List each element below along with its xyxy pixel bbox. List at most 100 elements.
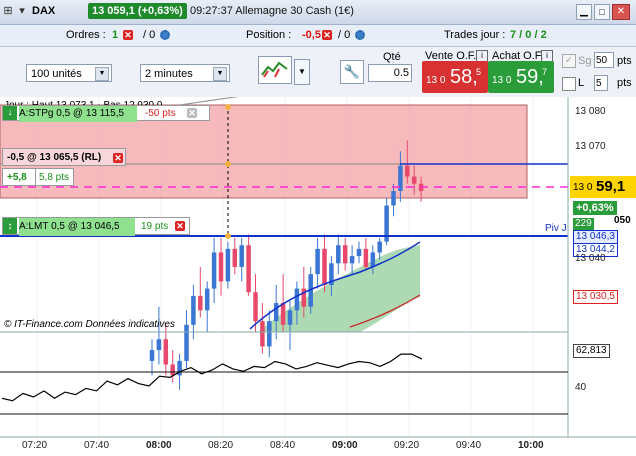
- position-order-label[interactable]: -0,5 @ 13 065,5 (RL) ✕: [2, 148, 126, 166]
- candle: [232, 248, 238, 267]
- time-axis: 07:20 07:40 08:00 08:20 08:40 09:00 09:20 09:40…: [0, 438, 636, 456]
- candle: [363, 248, 369, 267]
- info-bar: Ordres : 1 ✕ / 0 Position : -0,5 ✕ / 0 T…: [0, 25, 636, 47]
- sg-label: Sg: [578, 55, 592, 67]
- interval-select-value: 2 minutes: [145, 68, 193, 80]
- oscillator-line: [1, 353, 423, 402]
- interval-select[interactable]: 2 minutes ▼: [140, 64, 230, 82]
- pl-points: +5,8: [7, 172, 27, 183]
- close-position-icon[interactable]: ✕: [113, 153, 123, 163]
- chevron-down-icon[interactable]: ▼: [213, 67, 227, 81]
- candle: [163, 339, 169, 365]
- gear-icon[interactable]: [160, 30, 170, 40]
- crosshair-dot: [225, 104, 231, 110]
- l-checkbox[interactable]: [562, 77, 576, 91]
- candle: [342, 245, 348, 264]
- position-zero: / 0: [338, 29, 351, 41]
- level-label-1: 13 046,3: [573, 230, 618, 244]
- pl-label: +5,8 5,8 pts: [2, 168, 74, 186]
- sg-checkbox[interactable]: ✓: [562, 54, 576, 68]
- minimize-icon[interactable]: ▁: [576, 4, 592, 20]
- candle: [280, 303, 286, 325]
- window-title: 09:27:37 Allemagne 30 Cash (1€): [190, 5, 354, 17]
- candle: [218, 252, 224, 282]
- candle: [184, 324, 189, 361]
- time-tick: 09:20: [394, 440, 420, 451]
- cancel-limit-icon[interactable]: ✕: [175, 221, 185, 231]
- candle: [273, 303, 279, 322]
- stop-order-label[interactable]: ↓ A:STPg 0,5 @ 13 115,5 -50 pts ✕: [2, 105, 210, 122]
- units-select[interactable]: 100 unités ▼: [26, 64, 112, 82]
- cancel-orders-icon[interactable]: ✕: [123, 30, 133, 40]
- chevron-down-icon[interactable]: ▼: [294, 59, 310, 85]
- candle: [287, 310, 293, 325]
- time-tick: 07:20: [22, 440, 48, 451]
- chart-type-button[interactable]: [258, 56, 292, 84]
- sell-prefix: 13 0: [426, 75, 446, 86]
- position-value[interactable]: -0,5: [302, 29, 321, 41]
- position-label: Position :: [246, 29, 292, 41]
- sg-unit: pts: [617, 55, 632, 67]
- current-price-box: 13 0 59,1: [570, 176, 636, 198]
- candle: [349, 256, 355, 264]
- limit-order-label[interactable]: ↕ A:LMT 0,5 @ 13 046,5 19 pts ✕: [2, 217, 190, 236]
- chevron-down-icon[interactable]: ▼: [95, 67, 109, 81]
- osc-tick: 40: [575, 382, 587, 393]
- pin-icon[interactable]: ⊞: [2, 4, 14, 18]
- chevron-down-icon[interactable]: ▾: [16, 4, 28, 18]
- sell-price-sup: 5: [476, 67, 482, 77]
- candle: [211, 252, 217, 289]
- instrument-name[interactable]: DAX: [32, 5, 55, 17]
- buy-prefix: 13 0: [492, 75, 512, 86]
- candle: [356, 248, 362, 257]
- l-unit: pts: [617, 77, 632, 89]
- price-tick: 13 070: [575, 141, 606, 152]
- time-tick: 10:00: [518, 440, 544, 451]
- current-price-prefix: 13 0: [573, 182, 593, 193]
- candle: [253, 292, 258, 322]
- price-tick: 13 040: [575, 253, 606, 264]
- candle: [377, 241, 382, 253]
- sg-input[interactable]: [594, 52, 614, 68]
- gear-icon[interactable]: [355, 30, 365, 40]
- time-tick: 08:00: [146, 440, 172, 451]
- wrench-icon[interactable]: 🔧: [340, 60, 364, 84]
- candle: [391, 191, 396, 206]
- crosshair-dot: [225, 161, 231, 167]
- orders-label: Ordres :: [66, 29, 106, 41]
- trades-value: 7 / 0 / 2: [510, 29, 547, 41]
- candle: [336, 245, 341, 264]
- candle: [405, 165, 410, 177]
- candle: [370, 252, 376, 267]
- pl-value: 5,8 pts: [35, 169, 69, 185]
- buy-button[interactable]: 13 0 59, 7: [488, 61, 554, 93]
- candle: [149, 350, 155, 361]
- l-input[interactable]: [594, 75, 608, 91]
- partial-price-label: 050: [614, 215, 631, 226]
- candle: [156, 339, 162, 351]
- sell-price: 58,: [450, 66, 478, 88]
- limit-order-detail: 0,5 @ 13 046,5: [51, 221, 120, 232]
- arrow-down-icon[interactable]: ↓: [3, 106, 17, 120]
- close-icon[interactable]: ✕: [612, 4, 630, 20]
- change-badge: +0,63%: [573, 201, 617, 215]
- stop-order-detail: g 0,5 @ 13 115,5: [47, 108, 125, 119]
- candle: [239, 245, 244, 267]
- cancel-stop-icon[interactable]: ✕: [187, 108, 197, 118]
- arrow-updown-icon[interactable]: ↕: [3, 218, 17, 234]
- osc-value: 62,813: [573, 344, 610, 358]
- candle: [411, 176, 417, 184]
- close-position-icon[interactable]: ✕: [322, 30, 332, 40]
- price-tick: 13 080: [575, 106, 606, 117]
- orders-count[interactable]: 1: [112, 29, 118, 41]
- limit-points: 19 pts: [141, 221, 169, 232]
- chart-area[interactable]: Jour : Haut 13 073,1 - Bas 12 930,0 ↓ A:…: [0, 97, 636, 456]
- candle: [315, 248, 320, 275]
- time-tick: 08:40: [270, 440, 296, 451]
- candle: [246, 245, 251, 293]
- candle: [191, 295, 196, 325]
- sell-button[interactable]: 13 0 58, 5: [422, 61, 488, 93]
- maximize-icon[interactable]: □: [594, 4, 610, 20]
- qty-input[interactable]: [368, 64, 412, 82]
- crosshair-dot: [225, 233, 231, 239]
